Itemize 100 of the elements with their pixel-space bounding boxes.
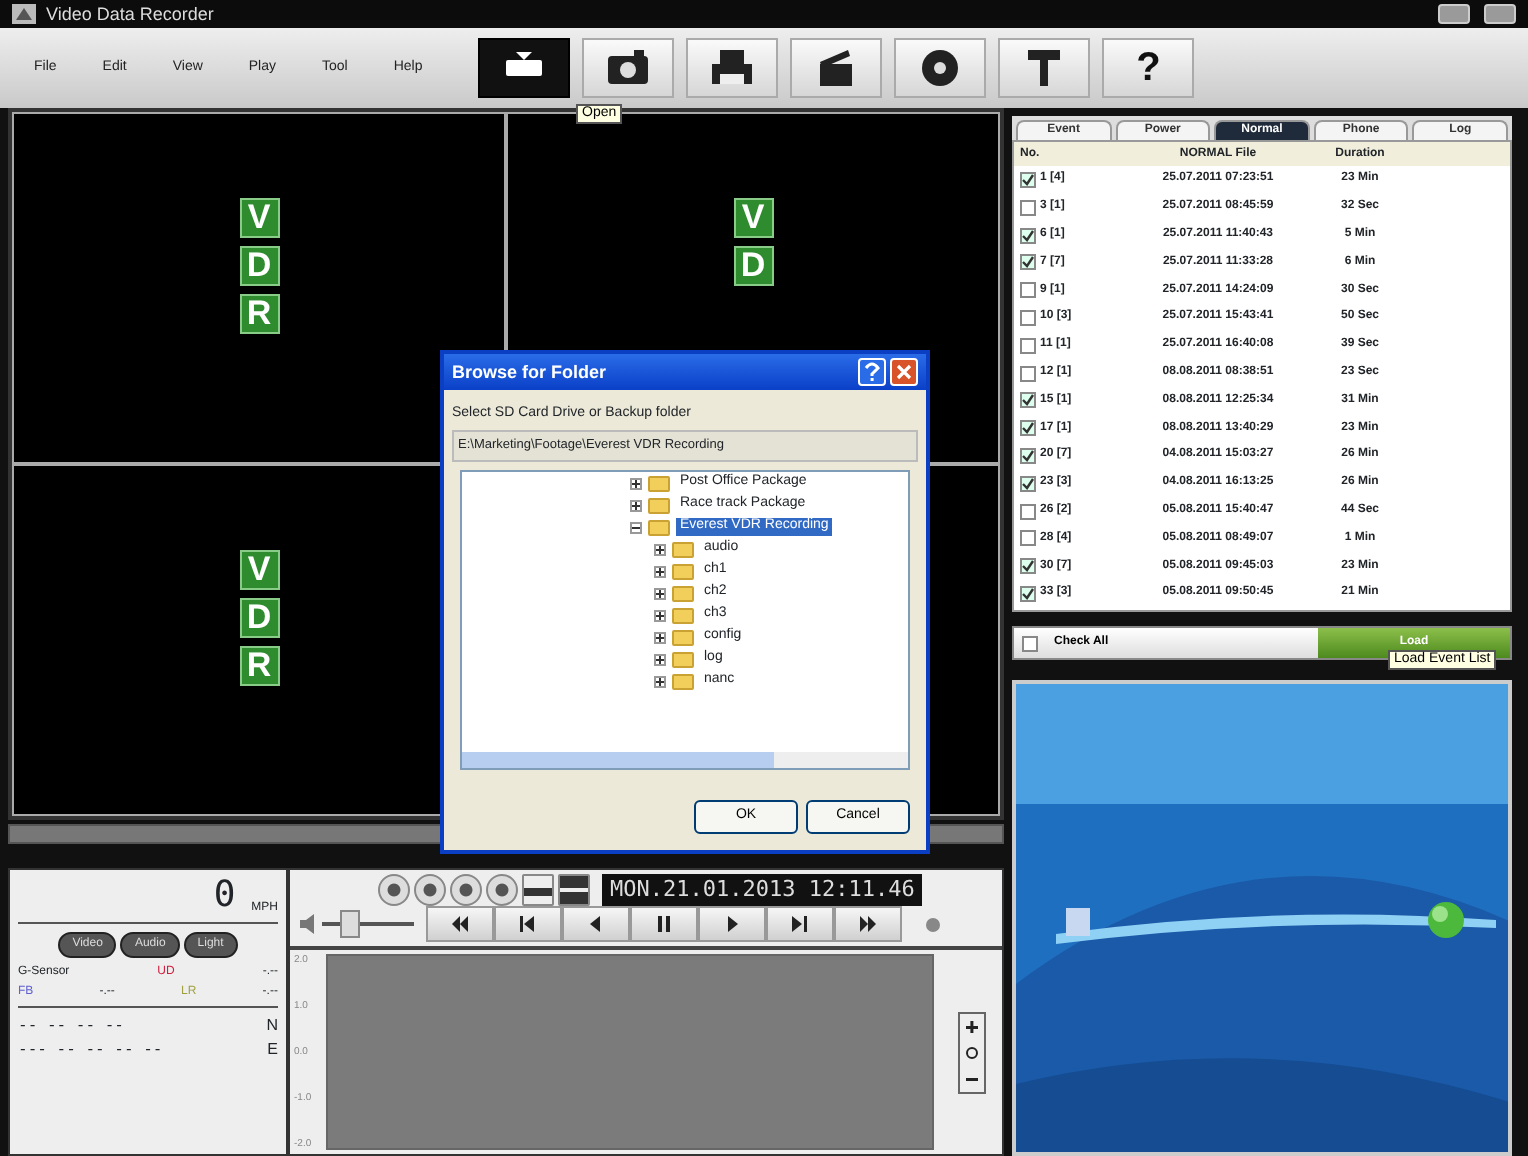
help-button[interactable]: ? bbox=[1102, 38, 1195, 98]
logo-letter: D bbox=[239, 598, 279, 638]
plus-icon bbox=[656, 567, 664, 576]
plus-icon bbox=[656, 611, 664, 620]
folder-icon bbox=[672, 629, 694, 646]
record-icon bbox=[926, 917, 940, 931]
rewind-icon bbox=[450, 916, 470, 932]
play-icon bbox=[722, 916, 742, 932]
folder-icon bbox=[648, 497, 670, 514]
collapse-toggle[interactable] bbox=[630, 521, 642, 534]
checkbox[interactable] bbox=[1020, 254, 1036, 271]
previous-icon bbox=[518, 916, 538, 932]
gps-value: -- -- -- -- bbox=[18, 1016, 124, 1036]
checkbox[interactable] bbox=[1022, 635, 1038, 652]
rewind-button[interactable] bbox=[426, 906, 494, 942]
folder-icon bbox=[648, 519, 670, 536]
folder-icon bbox=[648, 475, 670, 492]
circle-icon bbox=[964, 1043, 980, 1061]
plus-icon bbox=[964, 1017, 980, 1035]
checkbox[interactable] bbox=[1020, 448, 1036, 465]
logo-letter: D bbox=[239, 246, 279, 286]
horizontal-scrollbar[interactable] bbox=[462, 752, 908, 769]
pause-button[interactable] bbox=[630, 906, 698, 942]
checkbox[interactable] bbox=[1020, 530, 1036, 547]
fast-forward-icon bbox=[858, 916, 878, 932]
checkbox[interactable] bbox=[1020, 586, 1036, 603]
expand-toggle[interactable] bbox=[654, 609, 666, 622]
timestamp-display: MON.21.01.2013 12:11.46 bbox=[602, 874, 923, 906]
folder-icon bbox=[672, 563, 694, 580]
printer-icon bbox=[708, 48, 757, 88]
plus-icon bbox=[632, 501, 640, 510]
next-icon bbox=[790, 916, 810, 932]
view-button[interactable] bbox=[378, 874, 410, 906]
expand-toggle[interactable] bbox=[630, 477, 642, 490]
expand-toggle[interactable] bbox=[654, 675, 666, 688]
logo-letter: R bbox=[239, 646, 279, 686]
checkbox[interactable] bbox=[1020, 337, 1036, 354]
folder-icon bbox=[672, 585, 694, 602]
gps-direction: E bbox=[267, 1039, 278, 1059]
checkbox[interactable] bbox=[1020, 392, 1036, 409]
step-back-button[interactable] bbox=[562, 906, 630, 942]
checkbox[interactable] bbox=[1020, 475, 1036, 492]
clapper-button[interactable] bbox=[790, 38, 883, 98]
checkbox[interactable] bbox=[1020, 227, 1036, 244]
fast-forward-button[interactable] bbox=[834, 906, 902, 942]
checkbox[interactable] bbox=[1020, 282, 1036, 299]
expand-toggle[interactable] bbox=[654, 543, 666, 556]
app-icon bbox=[12, 4, 36, 24]
minus-icon bbox=[632, 523, 640, 532]
checkbox[interactable] bbox=[1020, 420, 1036, 437]
help-button[interactable] bbox=[858, 358, 886, 386]
close-icon bbox=[896, 364, 912, 381]
folder-icon bbox=[672, 541, 694, 558]
expand-toggle[interactable] bbox=[654, 587, 666, 600]
step-back-icon bbox=[586, 916, 606, 932]
question-icon bbox=[864, 362, 880, 383]
logo-letter: D bbox=[733, 246, 773, 286]
expand-toggle[interactable] bbox=[630, 499, 642, 512]
checkbox[interactable] bbox=[1020, 199, 1036, 216]
disc-button[interactable] bbox=[894, 38, 987, 98]
logo-letter: R bbox=[239, 294, 279, 334]
plus-icon bbox=[656, 677, 664, 686]
checkbox[interactable] bbox=[1020, 503, 1036, 520]
camera-icon bbox=[604, 48, 653, 88]
plus-icon bbox=[656, 633, 664, 642]
checkbox[interactable] bbox=[1020, 365, 1036, 382]
speed-readout: 0 bbox=[213, 874, 236, 918]
plus-icon bbox=[656, 655, 664, 664]
printer-button[interactable] bbox=[686, 38, 779, 98]
hammer-button[interactable] bbox=[998, 38, 1091, 98]
volume-thumb[interactable] bbox=[340, 910, 360, 938]
window-title: Video Data Recorder bbox=[46, 3, 214, 25]
dialog-title: Browse for Folder bbox=[452, 361, 609, 383]
folder-icon bbox=[672, 651, 694, 668]
next-button[interactable] bbox=[766, 906, 834, 942]
view-button[interactable] bbox=[414, 874, 446, 906]
plus-icon bbox=[656, 589, 664, 598]
checkbox[interactable] bbox=[1020, 558, 1036, 575]
plus-icon bbox=[632, 479, 640, 488]
play-button[interactable] bbox=[698, 906, 766, 942]
checkbox[interactable] bbox=[1020, 310, 1036, 327]
expand-toggle[interactable] bbox=[654, 653, 666, 666]
gps-direction: N bbox=[266, 1016, 278, 1036]
checkbox[interactable] bbox=[1020, 172, 1036, 189]
logo-letter: V bbox=[239, 550, 279, 590]
expand-toggle[interactable] bbox=[654, 565, 666, 578]
plus-icon bbox=[656, 545, 664, 554]
expand-toggle[interactable] bbox=[654, 631, 666, 644]
camera-button[interactable] bbox=[582, 38, 675, 98]
strip-view-button[interactable] bbox=[522, 874, 554, 906]
previous-button[interactable] bbox=[494, 906, 562, 942]
quad-view-button[interactable] bbox=[558, 874, 590, 906]
speaker-icon bbox=[298, 914, 318, 934]
view-button[interactable] bbox=[486, 874, 518, 906]
folder-icon bbox=[672, 607, 694, 624]
logo-letter: V bbox=[733, 198, 773, 238]
open-button[interactable] bbox=[478, 38, 571, 98]
folder-icon bbox=[672, 673, 694, 690]
logo-letter: V bbox=[239, 198, 279, 238]
view-button[interactable] bbox=[450, 874, 482, 906]
